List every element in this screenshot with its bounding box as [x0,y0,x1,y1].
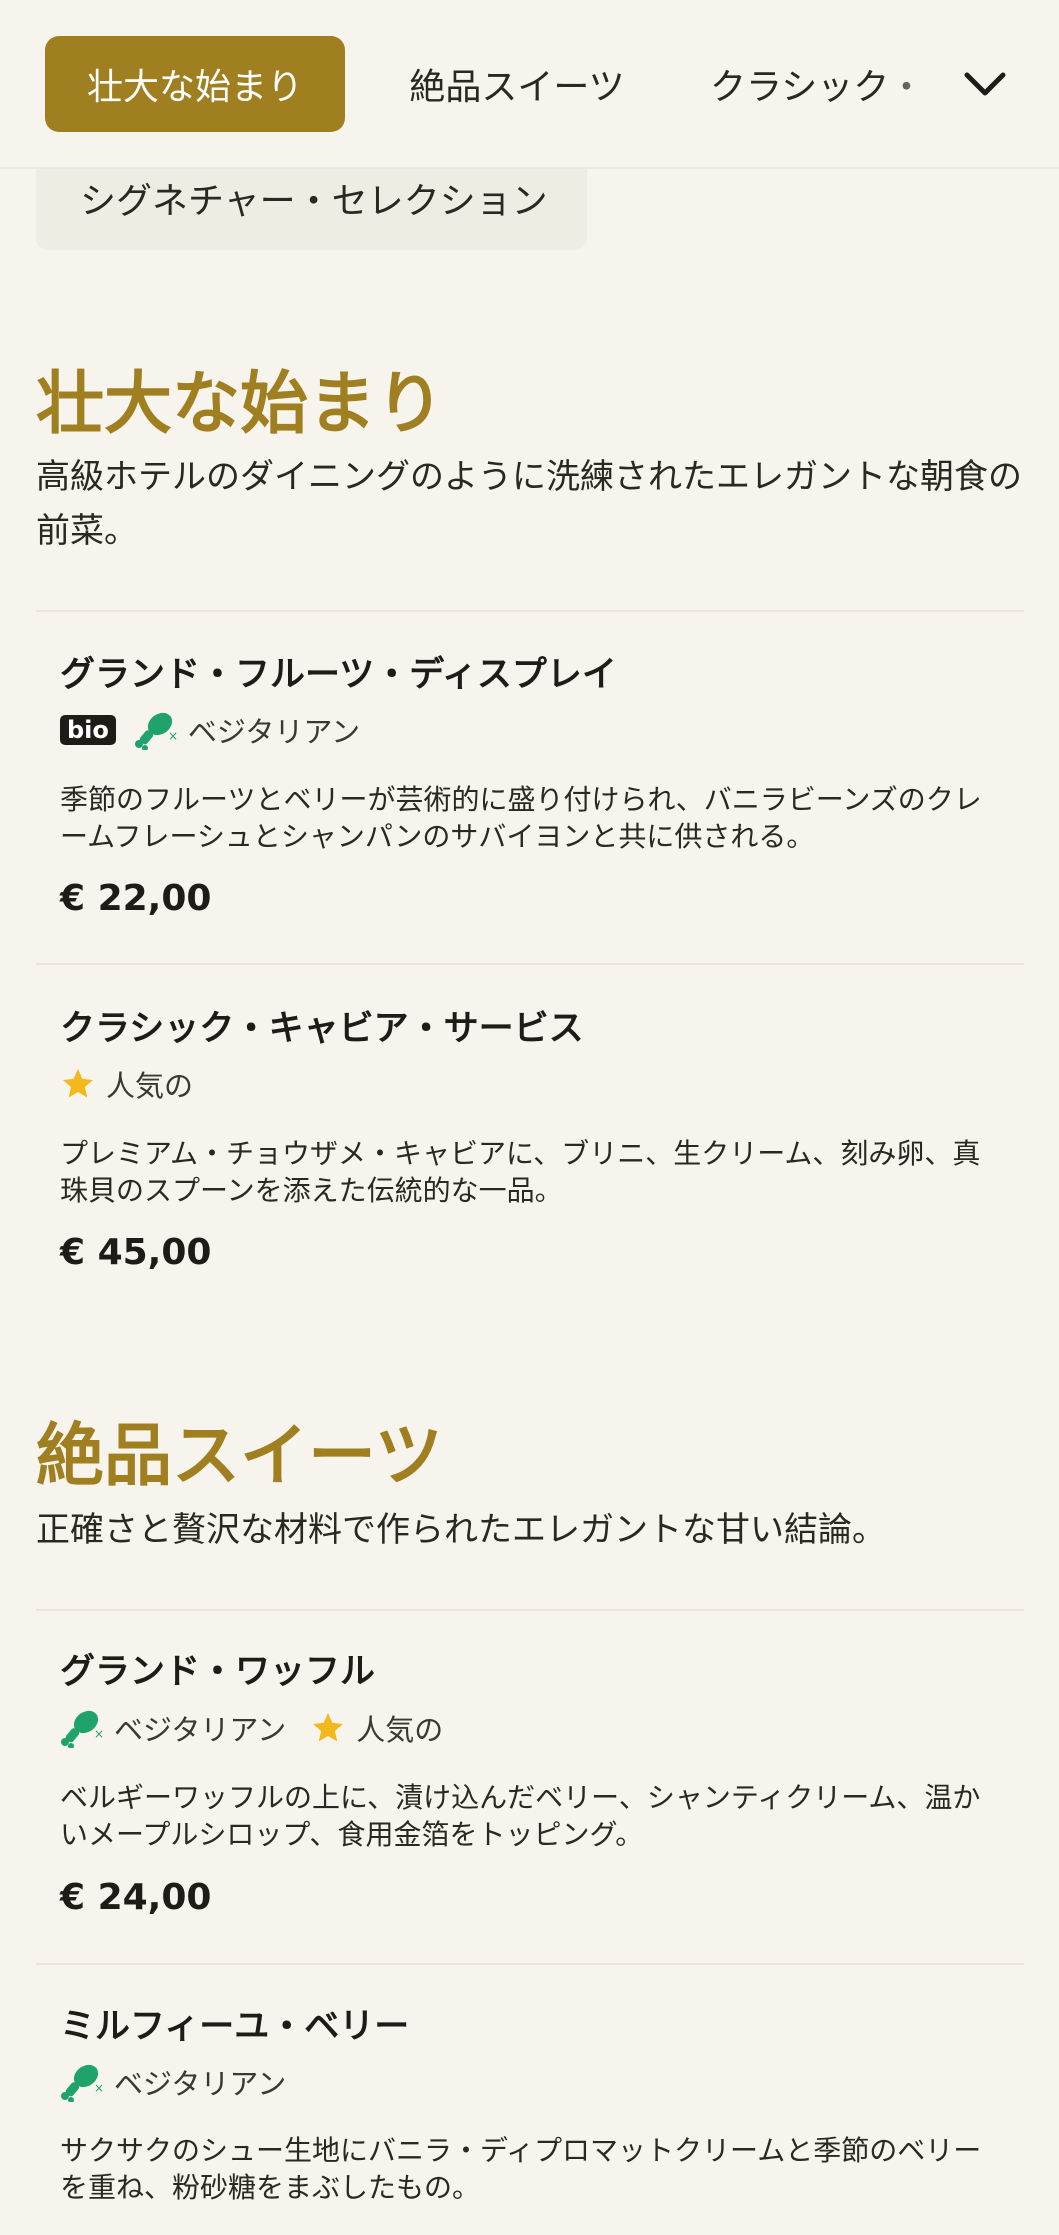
bio-badge: bio [60,715,116,745]
menu-item-name[interactable]: グランド・ワッフル [60,1643,375,1694]
star-icon [313,1713,344,1742]
section-title: 絶品スイーツ [36,1417,443,1496]
menu-item-description: サクサクのシュー生地にバニラ・ディプロマットクリームと季節のベリーを重ね、粉砂糖… [60,2134,982,2204]
tag-label: ベジタリアン [114,2067,287,2101]
vegetarian-drumstick-icon: × [61,1710,104,1748]
menu-item-price: € 22,00 [60,878,212,919]
menu-item-description: 季節のフルーツとベリーが芸術的に盛り付けられ、バニラビーンズのクレームフレーシュ… [60,783,982,853]
tag-label: ベジタリアン [114,1713,287,1747]
star-icon [63,1069,93,1098]
menu-item-price: € 45,00 [60,1232,212,1273]
svg-text:×: × [94,1727,104,1741]
menu-item-description: プレミアム・チョウザメ・キャビアに、ブリニ、生クリーム、刻み卵、真珠貝のスプーン… [60,1137,981,1207]
vegetarian-drumstick-icon: × [134,712,178,750]
svg-text:×: × [94,2081,104,2095]
item-tags: × ベジタリアン [60,2062,300,2102]
tag-label: 人気の [106,1069,194,1103]
section-description: 正確さと贅沢な材料で作られたエレガントな甘い結論。 [36,1510,886,1550]
item-tags: × ベジタリアン 人気の [60,1708,457,1748]
vegetarian-drumstick-icon: × [61,2064,104,2102]
category-nav: 壮大な始まり 絶品スイーツ クラシック・ [0,0,1059,169]
menu-item-description: ベルギーワッフルの上に、漬け込んだベリー、シャンティクリーム、温かいメープルシロ… [60,1781,981,1851]
tag-label: 人気の [356,1713,444,1747]
menu-item-name[interactable]: グランド・フルーツ・ディスプレイ [60,646,617,697]
item-tags: bio × ベジタリアン [60,710,374,750]
menu-item-name[interactable]: ミルフィーユ・ベリー [60,1998,409,2049]
menu-item-price: € 24,00 [60,1877,212,1918]
tag-label: ベジタリアン [187,715,361,749]
divider [36,963,1024,965]
divider [36,1609,1024,1611]
tab-exquisite-sweets[interactable]: 絶品スイーツ [382,36,652,132]
svg-text:×: × [168,729,178,743]
tab-grand-beginnings[interactable]: 壮大な始まり [45,36,345,132]
divider [36,610,1024,612]
item-tags: 人気の [60,1064,207,1104]
divider [36,1963,1024,1965]
section-title: 壮大な始まり [36,365,445,444]
section-description: 高級ホテルのダイニングのように洗練されたエレガントな朝食の前菜。 [36,457,1022,551]
chip-label: シグネチャー・セレクション [80,181,548,222]
menu-item-name[interactable]: クラシック・キャビア・サービス [60,1000,584,1051]
chevron-down-icon[interactable] [950,42,1020,126]
